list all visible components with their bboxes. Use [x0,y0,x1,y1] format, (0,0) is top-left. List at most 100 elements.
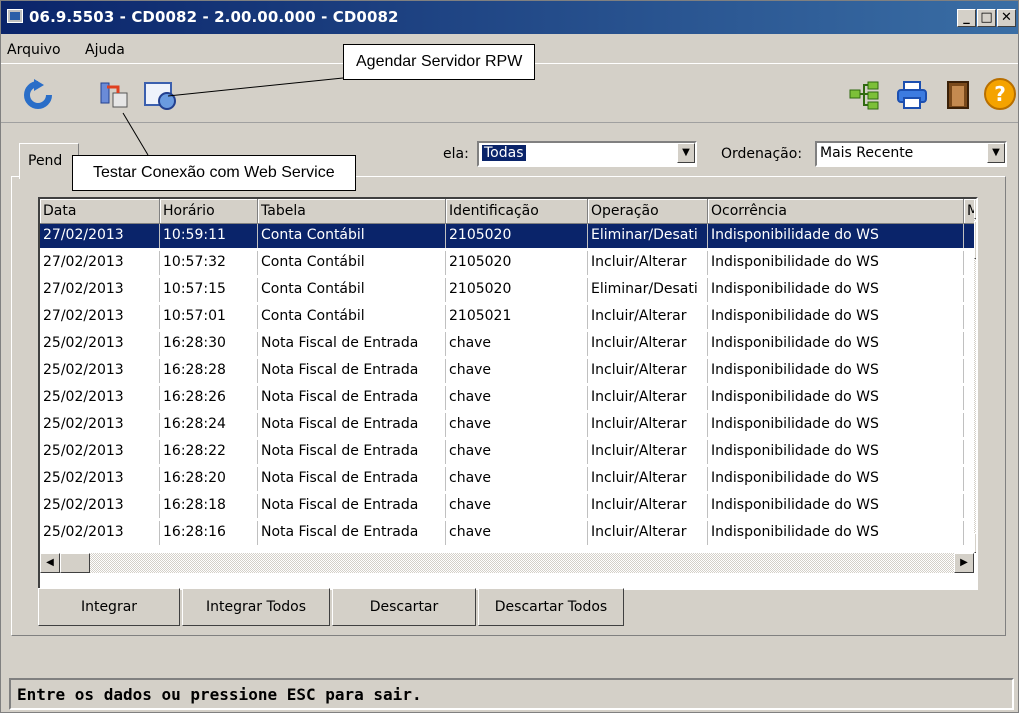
help-icon[interactable]: ? [983,77,1017,111]
pending-table: Data Horário Tabela Identificação Operaç… [38,197,978,590]
cell-identificacao: chave [446,440,588,464]
callout-agendar: Agendar Servidor RPW [343,44,536,80]
table-row[interactable]: 25/02/2013 16:28:26 Nota Fiscal de Entrada… [40,386,976,410]
cell-horario: 16:28:16 [160,521,258,545]
app-window: 06.9.5503 - CD0082 - 2.00.00.000 - CD008… [0,0,1019,713]
status-text: Entre os dados ou pressione ESC para sai… [17,685,422,704]
cell-ocorrencia: Indisponibilidade do WS [708,359,964,383]
cell-identificacao: chave [446,386,588,410]
scroll-thumb[interactable] [974,221,976,259]
table-row[interactable]: 25/02/2013 16:28:28 Nota Fiscal de Entrada… [40,359,976,383]
cell-ocorrencia: Indisponibilidade do WS [708,440,964,464]
cell-identificacao: chave [446,413,588,437]
chevron-down-icon[interactable]: ▼ [677,143,695,163]
column-header-identificacao[interactable]: Identificação [446,199,588,224]
cell-data: 25/02/2013 [40,413,160,437]
status-bar: Entre os dados ou pressione ESC para sai… [9,678,1014,710]
column-header-data[interactable]: Data [40,199,160,224]
svg-text:?: ? [994,82,1006,106]
cell-tabela: Nota Fiscal de Entrada [258,467,446,491]
tree-icon[interactable] [847,78,881,112]
printer-icon[interactable] [895,78,929,112]
table-row[interactable]: 25/02/2013 16:28:30 Nota Fiscal de Entrada… [40,332,976,356]
ordenacao-select-value: Mais Recente [820,145,914,161]
horizontal-scrollbar[interactable]: ◀ ▶ [40,553,974,573]
table-row[interactable]: 27/02/2013 10:57:32 Conta Contábil 2105020 I… [40,251,976,275]
table-row[interactable]: 25/02/2013 16:28:18 Nota Fiscal de Entrada… [40,494,976,518]
test-connection-icon[interactable] [97,78,131,112]
cell-operacao: Incluir/Alterar [588,332,708,356]
refresh-icon[interactable] [21,78,55,112]
table-row[interactable]: 25/02/2013 16:28:16 Nota Fiscal de Entrada… [40,521,976,545]
chevron-down-icon[interactable]: ▼ [987,143,1005,163]
cell-tabela: Nota Fiscal de Entrada [258,494,446,518]
cell-operacao: Incluir/Alterar [588,521,708,545]
menu-ajuda[interactable]: Ajuda [85,42,125,58]
cell-tabela: Conta Contábil [258,278,446,302]
cell-identificacao: 2105020 [446,224,588,248]
cell-data: 25/02/2013 [40,494,160,518]
table-row[interactable]: 27/02/2013 10:59:11 Conta Contábil 2105020 E… [40,224,976,248]
cell-operacao: Incluir/Alterar [588,413,708,437]
cell-horario: 16:28:26 [160,386,258,410]
cell-data: 27/02/2013 [40,278,160,302]
table-row[interactable]: 25/02/2013 16:28:24 Nota Fiscal de Entrada… [40,413,976,437]
close-button[interactable]: ✕ [997,9,1016,27]
cell-horario: 16:28:30 [160,332,258,356]
cell-operacao: Incluir/Alterar [588,251,708,275]
scroll-right-icon[interactable]: ▶ [954,553,974,573]
column-header-ocorrencia[interactable]: Ocorrência [708,199,964,224]
tabela-label: ela: [443,146,469,162]
cell-horario: 10:57:32 [160,251,258,275]
table-header: Data Horário Tabela Identificação Operaç… [40,199,976,224]
ordenacao-select[interactable]: Mais Recente ▼ [815,141,1007,167]
cell-horario: 16:28:18 [160,494,258,518]
minimize-button[interactable]: _ [957,9,976,27]
descartar-button[interactable]: Descartar [332,588,476,626]
cell-identificacao: chave [446,359,588,383]
cell-identificacao: chave [446,467,588,491]
integrar-todos-button[interactable]: Integrar Todos [182,588,330,626]
cell-data: 25/02/2013 [40,521,160,545]
cell-data: 25/02/2013 [40,359,160,383]
integrar-button[interactable]: Integrar [38,588,180,626]
window-title: 06.9.5503 - CD0082 - 2.00.00.000 - CD008… [29,8,399,26]
scroll-down-icon[interactable]: ▼ [974,533,976,553]
column-header-tabela[interactable]: Tabela [258,199,446,224]
cell-identificacao: 2105020 [446,278,588,302]
cell-tabela: Conta Contábil [258,251,446,275]
cell-tabela: Conta Contábil [258,305,446,329]
tabela-select[interactable]: Todas ▼ [477,141,697,167]
cell-horario: 16:28:20 [160,467,258,491]
title-bar[interactable]: 06.9.5503 - CD0082 - 2.00.00.000 - CD008… [1,1,1018,34]
cell-data: 27/02/2013 [40,251,160,275]
table-row[interactable]: 27/02/2013 10:57:01 Conta Contábil 2105021 I… [40,305,976,329]
cell-identificacao: chave [446,521,588,545]
schedule-rpw-icon[interactable] [143,78,177,112]
table-row[interactable]: 25/02/2013 16:28:22 Nota Fiscal de Entrada… [40,440,976,464]
cell-horario: 16:28:22 [160,440,258,464]
cell-ocorrencia: Indisponibilidade do WS [708,251,964,275]
cell-identificacao: 2105020 [446,251,588,275]
vertical-scrollbar[interactable]: ▲ ▼ [974,199,976,553]
table-row[interactable]: 25/02/2013 16:28:20 Nota Fiscal de Entrada… [40,467,976,491]
cell-data: 25/02/2013 [40,386,160,410]
cell-tabela: Nota Fiscal de Entrada [258,413,446,437]
menu-arquivo[interactable]: Arquivo [7,42,61,58]
column-header-horario[interactable]: Horário [160,199,258,224]
cell-data: 25/02/2013 [40,467,160,491]
cell-horario: 10:57:15 [160,278,258,302]
exit-door-icon[interactable] [941,78,975,112]
descartar-todos-button[interactable]: Descartar Todos [478,588,624,626]
scroll-left-icon[interactable]: ◀ [40,553,60,573]
table-row[interactable]: 27/02/2013 10:57:15 Conta Contábil 2105020 E… [40,278,976,302]
cell-ocorrencia: Indisponibilidade do WS [708,386,964,410]
cell-ocorrencia: Indisponibilidade do WS [708,413,964,437]
maximize-button[interactable]: □ [977,9,996,27]
cell-tabela: Nota Fiscal de Entrada [258,386,446,410]
tab-pendentes[interactable]: Pend [19,143,79,179]
hscroll-thumb[interactable] [60,553,90,573]
column-header-operacao[interactable]: Operação [588,199,708,224]
cell-tabela: Nota Fiscal de Entrada [258,440,446,464]
scroll-up-icon[interactable]: ▲ [974,199,976,219]
